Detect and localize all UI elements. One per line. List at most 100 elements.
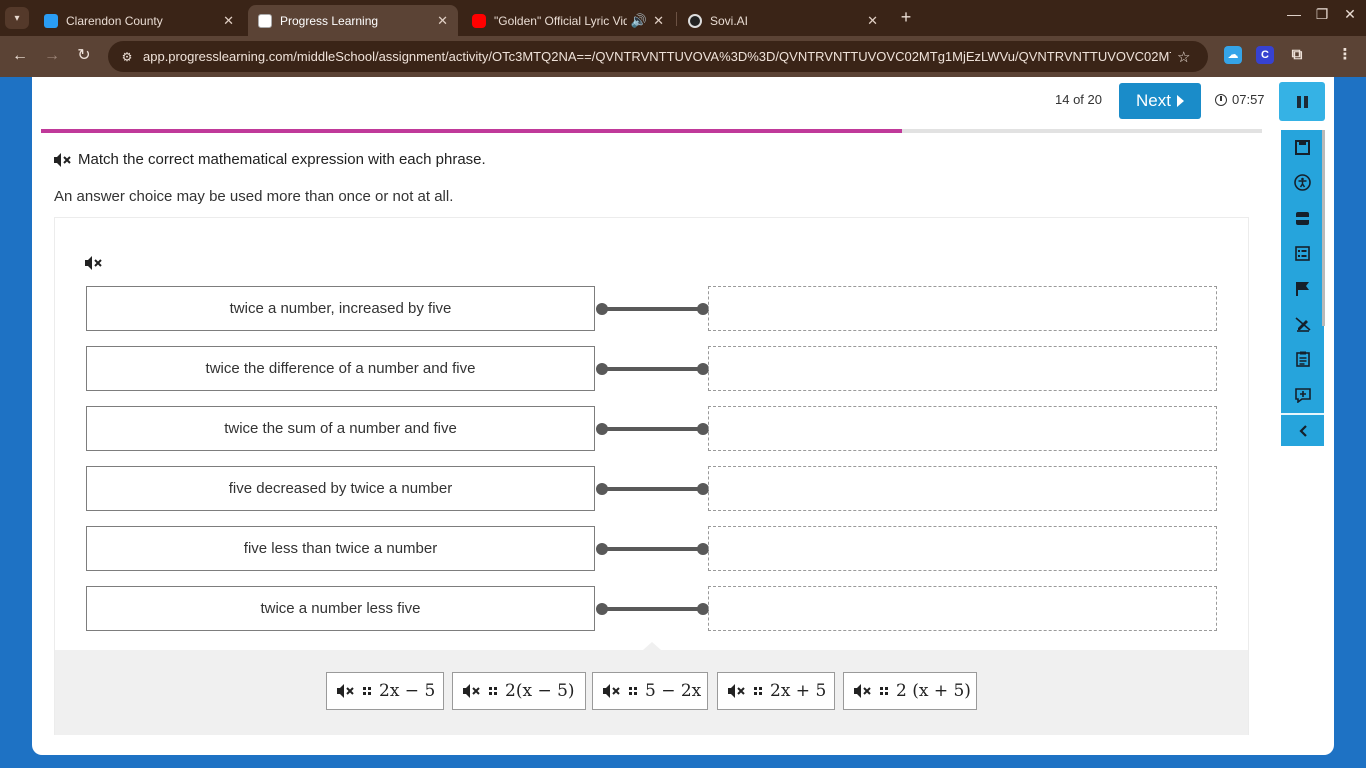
connector: [595, 602, 710, 616]
speaker-muted-icon[interactable]: [463, 684, 481, 698]
choice-label: 5 − 2x: [645, 681, 702, 701]
match-row: five less than twice a number: [86, 526, 1218, 571]
choice-label: 2x + 5: [770, 681, 827, 701]
drag-handle-icon[interactable]: [629, 687, 637, 695]
site-info-tune-icon[interactable]: ⚙: [117, 50, 137, 64]
answer-choice-chip[interactable]: 2(x − 5): [452, 672, 586, 710]
close-icon[interactable]: ✕: [223, 13, 234, 29]
answer-choice-chip[interactable]: 2x + 5: [717, 672, 835, 710]
tab-title: Sovi.AI: [710, 13, 749, 28]
browser-menu-icon[interactable]: ⋮: [1336, 46, 1354, 64]
answer-drop-zone[interactable]: [708, 406, 1217, 451]
phrase-box: five decreased by twice a number: [86, 466, 595, 511]
back-arrow-icon[interactable]: ←: [8, 44, 32, 68]
progress-bar-fill: [41, 129, 902, 133]
browser-tab-progress-learning[interactable]: Progress Learning ✕: [248, 5, 458, 36]
tab-title: Progress Learning: [280, 13, 379, 28]
phrase-box: twice a number less five: [86, 586, 595, 631]
window-close-icon[interactable]: ✕: [1338, 6, 1362, 23]
flag-icon[interactable]: [1281, 271, 1324, 305]
browser-tab-golden-video[interactable]: "Golden" Official Lyric Video 🔊 ✕: [462, 5, 674, 36]
connector: [595, 302, 710, 316]
annotation-icon[interactable]: [1281, 378, 1324, 412]
reload-icon[interactable]: ↻: [72, 44, 96, 68]
answer-drop-zone[interactable]: [708, 466, 1217, 511]
match-row: twice the difference of a number and fiv…: [86, 346, 1218, 391]
phrase-box: twice the difference of a number and fiv…: [86, 346, 595, 391]
connector: [595, 422, 710, 436]
speaker-muted-icon[interactable]: [85, 256, 103, 270]
speaker-muted-icon[interactable]: [728, 684, 746, 698]
question-prompt: Match the correct mathematical expressio…: [54, 151, 486, 168]
pause-button[interactable]: [1279, 82, 1325, 121]
address-bar[interactable]: ⚙ app.progresslearning.com/middleSchool/…: [108, 41, 1208, 72]
browser-tab-sovi[interactable]: Sovi.AI ✕: [678, 5, 888, 36]
speaker-muted-icon[interactable]: [854, 684, 872, 698]
close-icon[interactable]: ✕: [867, 13, 878, 29]
choice-label: 2 (x + 5): [896, 681, 971, 701]
answer-drop-zone[interactable]: [708, 526, 1217, 571]
choice-label: 2(x − 5): [505, 681, 575, 701]
match-row: twice the sum of a number and five: [86, 406, 1218, 451]
browser-tab-bar: ▾ Clarendon County ✕ Progress Learning ✕…: [0, 0, 1366, 36]
play-arrow-icon: [1176, 95, 1184, 107]
clarendon-favicon-icon: [44, 13, 58, 28]
answer-choice-chip[interactable]: 5 − 2x: [592, 672, 708, 710]
drag-handle-icon[interactable]: [880, 687, 888, 695]
answer-choice-chip[interactable]: 2x − 5: [326, 672, 444, 710]
question-prompt-text: Match the correct mathematical expressio…: [78, 151, 486, 168]
progress-learning-favicon-icon: [258, 13, 272, 28]
drag-handle-icon[interactable]: [754, 687, 762, 695]
phrase-box: twice the sum of a number and five: [86, 406, 595, 451]
forward-arrow-icon[interactable]: →: [40, 44, 64, 68]
question-counter: 14 of 20: [1055, 92, 1102, 107]
close-icon[interactable]: ✕: [653, 13, 664, 29]
eliminator-icon[interactable]: [1281, 307, 1324, 341]
answer-drop-zone[interactable]: [708, 286, 1217, 331]
cloud-extension-icon[interactable]: ☁: [1224, 46, 1242, 64]
speaker-muted-icon[interactable]: [337, 684, 355, 698]
extensions-puzzle-icon[interactable]: ⧉: [1288, 46, 1306, 64]
browser-toolbar: ← → ↻ ⚙ app.progresslearning.com/middleS…: [0, 36, 1366, 77]
assignment-page: 14 of 20 Next 07:57 Match the correct ma…: [32, 77, 1334, 755]
question-instruction: An answer choice may be used more than o…: [54, 188, 454, 205]
progress-bar: [41, 129, 1262, 133]
rail-scrollbar[interactable]: [1322, 130, 1325, 326]
drag-handle-icon[interactable]: [363, 687, 371, 695]
bookmark-star-icon[interactable]: ☆: [1177, 48, 1190, 66]
minimize-icon[interactable]: —: [1282, 6, 1306, 22]
answer-drop-zone[interactable]: [708, 586, 1217, 631]
speaker-muted-icon[interactable]: [54, 152, 72, 167]
drag-handle-icon[interactable]: [489, 687, 497, 695]
answer-drop-zone[interactable]: [708, 346, 1217, 391]
clock-icon: [1215, 93, 1227, 106]
answer-choice-tray: 2x − 5 2(x − 5) 5 − 2x 2x + 5 2 (x + 5): [55, 642, 1248, 735]
timer-value: 07:57: [1232, 92, 1265, 107]
tray-notch: [643, 642, 661, 650]
phrase-box: twice a number, increased by five: [86, 286, 595, 331]
match-row: twice a number less five: [86, 586, 1218, 631]
tab-title: "Golden" Official Lyric Video: [494, 13, 627, 28]
restore-icon[interactable]: ❐: [1310, 6, 1334, 23]
save-icon[interactable]: [1281, 130, 1324, 164]
close-icon[interactable]: ✕: [437, 13, 448, 29]
tab-search-chevron-icon[interactable]: ▾: [5, 7, 29, 29]
c-extension-icon[interactable]: C: [1256, 46, 1274, 64]
answer-choice-chip[interactable]: 2 (x + 5): [843, 672, 977, 710]
speaker-muted-icon[interactable]: [603, 684, 621, 698]
new-tab-plus-icon[interactable]: +: [896, 7, 916, 28]
timer: 07:57: [1215, 92, 1265, 107]
matching-panel: twice a number, increased by five twice …: [54, 217, 1249, 735]
browser-tab-clarendon[interactable]: Clarendon County ✕: [34, 5, 244, 36]
answer-masking-icon[interactable]: [1281, 236, 1324, 270]
tab-separator: [676, 12, 677, 26]
match-row: twice a number, increased by five: [86, 286, 1218, 331]
collapse-chevron-icon[interactable]: [1281, 413, 1324, 447]
accessibility-icon[interactable]: [1281, 165, 1324, 199]
audio-playing-icon[interactable]: 🔊: [631, 13, 647, 29]
notepad-icon[interactable]: [1281, 342, 1324, 376]
line-reader-icon[interactable]: [1281, 201, 1324, 235]
next-button[interactable]: Next: [1119, 83, 1201, 119]
url-text[interactable]: app.progresslearning.com/middleSchool/as…: [143, 49, 1171, 64]
connector: [595, 482, 710, 496]
